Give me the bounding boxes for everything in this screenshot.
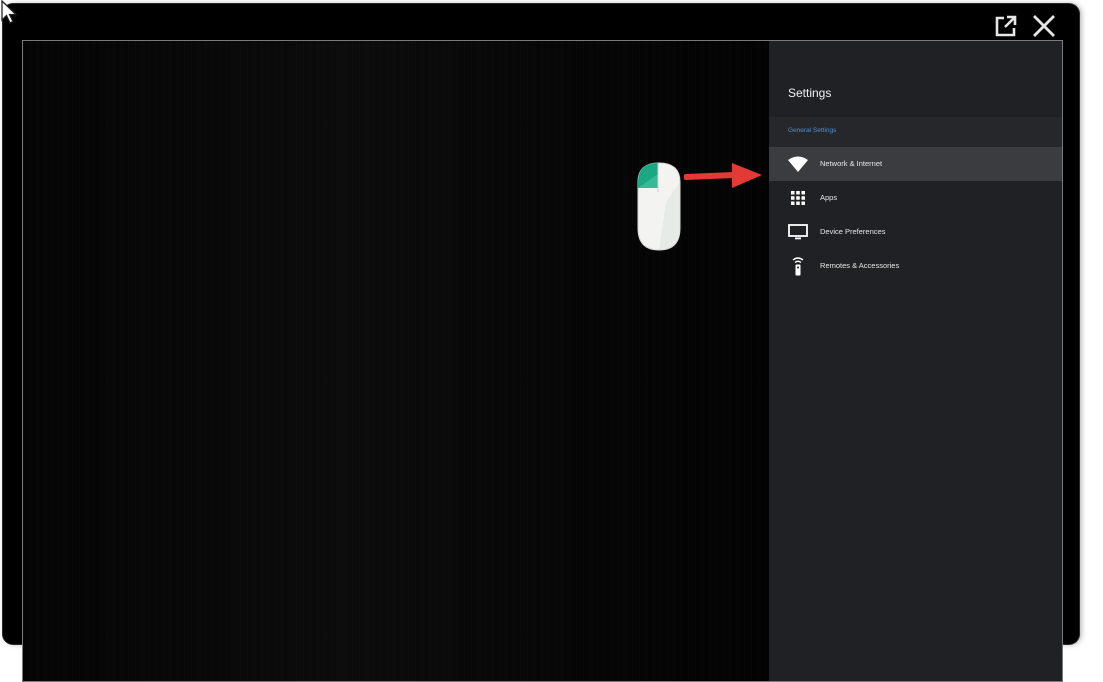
apps-grid-icon — [788, 189, 808, 207]
tv-screen: Settings General Settings Network & Inte… — [22, 40, 1063, 682]
remote-icon — [788, 257, 808, 276]
mouse-illustration-icon — [636, 162, 682, 257]
tv-icon — [788, 223, 808, 241]
menu-item-label: Apps — [820, 193, 838, 202]
close-icon[interactable] — [1031, 13, 1057, 39]
settings-title: Settings — [788, 86, 832, 100]
window-controls — [993, 13, 1057, 39]
menu-item-network-internet[interactable]: Network & Internet — [769, 147, 1062, 181]
tv-background — [23, 41, 769, 681]
menu-item-apps[interactable]: Apps — [769, 181, 1062, 215]
menu-item-label: Device Preferences — [820, 227, 886, 236]
settings-panel: Settings General Settings Network & Inte… — [769, 41, 1062, 681]
menu-item-label: Network & Internet — [820, 159, 883, 168]
menu-item-device-preferences[interactable]: Device Preferences — [769, 215, 1062, 249]
menu-item-label: Remotes & Accessories — [820, 261, 900, 270]
menu-item-remotes-accessories[interactable]: Remotes & Accessories — [769, 249, 1062, 283]
app-window: Settings General Settings Network & Inte… — [3, 4, 1079, 682]
external-link-icon[interactable] — [993, 13, 1019, 39]
section-header-label: General Settings — [788, 127, 837, 134]
wifi-icon — [788, 155, 808, 173]
mouse-pointer-icon — [0, 0, 20, 31]
red-arrow-icon — [683, 160, 764, 197]
section-header: General Settings — [769, 117, 1062, 147]
